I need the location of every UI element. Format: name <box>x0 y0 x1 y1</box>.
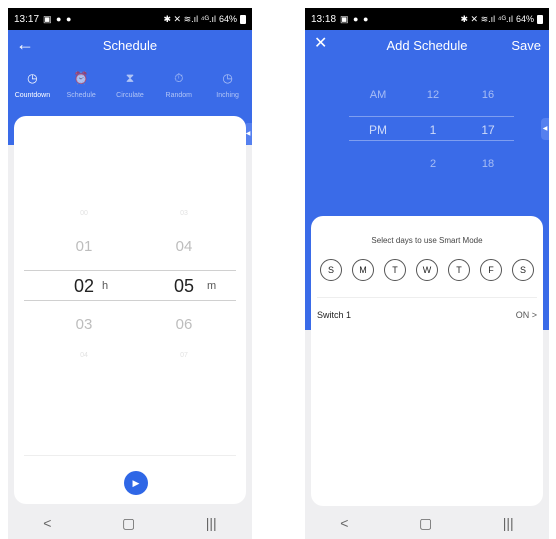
switch-name: Switch 1 <box>317 310 352 320</box>
switch-row[interactable]: Switch 1 ON > <box>311 310 543 326</box>
tab-random[interactable]: ⏱ Random <box>154 70 203 114</box>
hour-unit: h <box>102 280 109 292</box>
minute-option[interactable]: 16 <box>468 89 508 101</box>
section-divider <box>317 297 537 298</box>
status-bar: 13:18 ▣ ● ● ✱ ✕ ≋.ıl ⁴ᴳ.ıl 64% <box>305 8 549 30</box>
battery-percent: 64% <box>515 14 534 24</box>
notification-icons: ▣ ● ● <box>340 13 370 24</box>
recents-nav-icon[interactable]: ||| <box>206 515 217 531</box>
minute-value[interactable]: 04 <box>169 238 199 255</box>
play-button[interactable]: ▶ <box>124 471 148 495</box>
status-bar: 13:17 ▣ ● ● ✱ ✕ ≋.ıl ⁴ᴳ.ıl 64% <box>8 8 252 30</box>
side-handle[interactable]: ◀ <box>541 118 549 140</box>
tab-label: Inching <box>216 92 239 99</box>
title-bar: ✕ Add Schedule Save <box>305 30 549 62</box>
tab-schedule[interactable]: ⏰ Schedule <box>57 70 106 114</box>
title-bar: ← Schedule <box>8 30 252 62</box>
save-button[interactable]: Save <box>511 38 541 53</box>
selected-hour[interactable]: 02 <box>69 276 99 297</box>
tab-label: Countdown <box>14 92 51 99</box>
page-title: Schedule <box>102 38 158 53</box>
day-selector: S M T W T F S <box>320 259 534 281</box>
day-thursday[interactable]: T <box>448 259 470 281</box>
minute-value[interactable]: 06 <box>169 316 199 333</box>
hour-option[interactable]: 2 <box>413 158 453 170</box>
hour-value[interactable]: 04 <box>69 352 99 359</box>
minute-option[interactable]: 18 <box>468 158 508 170</box>
switch-value: ON > <box>516 310 537 320</box>
hour-value[interactable]: 03 <box>69 316 99 333</box>
picker-row: 04 07 <box>14 352 246 382</box>
tab-inching[interactable]: ◷ Inching <box>203 70 252 114</box>
ampm-option[interactable]: AM <box>358 89 398 101</box>
selected-minute[interactable]: 17 <box>468 123 508 137</box>
picker-row: 01 04 <box>14 238 246 268</box>
picker-row: 00 03 <box>14 210 246 240</box>
selected-hour[interactable]: 1 <box>413 123 453 137</box>
android-nav-bar: < ▢ ||| <box>8 507 252 539</box>
tab-label: Circulate <box>116 92 144 99</box>
home-nav-icon[interactable]: ▢ <box>122 515 135 532</box>
notification-icons: ▣ ● ● <box>43 13 73 24</box>
switch-state: ON <box>515 310 530 320</box>
home-nav-icon[interactable]: ▢ <box>419 515 432 532</box>
hour-value[interactable]: 00 <box>69 210 99 217</box>
selected-ampm[interactable]: PM <box>358 123 398 137</box>
countdown-card: 00 03 01 04 02 h 05 m 03 06 04 07 ▶ <box>14 116 246 504</box>
alarm-icon: ⏰ <box>73 71 89 85</box>
day-saturday[interactable]: S <box>512 259 534 281</box>
battery-percent: 64% <box>218 14 237 24</box>
day-sunday[interactable]: S <box>320 259 342 281</box>
recents-nav-icon[interactable]: ||| <box>503 515 514 531</box>
smart-mode-card: Select days to use Smart Mode S M T W T … <box>311 216 543 506</box>
status-right: ✱ ✕ ≋.ıl ⁴ᴳ.ıl 64% <box>461 14 543 25</box>
add-schedule-screen: 13:18 ▣ ● ● ✱ ✕ ≋.ıl ⁴ᴳ.ıl 64% ✕ Add Sch… <box>305 8 549 539</box>
status-time: 13:17 <box>14 13 40 25</box>
selected-minute[interactable]: 05 <box>169 276 199 297</box>
minute-value[interactable]: 03 <box>169 210 199 217</box>
picker-divider <box>24 270 236 271</box>
tab-label: Schedule <box>66 92 96 99</box>
status-right: ✱ ✕ ≋.ıl ⁴ᴳ.ıl 64% <box>164 14 246 25</box>
picker-divider <box>24 300 236 301</box>
tab-circulate[interactable]: ⧗ Circulate <box>106 70 155 114</box>
day-friday[interactable]: F <box>480 259 502 281</box>
day-wednesday[interactable]: W <box>416 259 438 281</box>
picker-divider <box>349 140 514 141</box>
days-title: Select days to use Smart Mode <box>371 236 483 245</box>
minute-value[interactable]: 07 <box>169 352 199 359</box>
signal-icons: ✱ ✕ ≋.ıl ⁴ᴳ.ıl <box>460 13 513 24</box>
stopwatch-icon: ⏱ <box>174 71 184 85</box>
battery-icon <box>240 14 246 24</box>
hour-value[interactable]: 01 <box>69 238 99 255</box>
back-nav-icon[interactable]: < <box>340 515 348 531</box>
hourglass-icon: ⧗ <box>125 71 135 85</box>
tab-label: Random <box>165 92 193 99</box>
signal-icons: ✱ ✕ ≋.ıl ⁴ᴳ.ıl <box>163 13 216 24</box>
minute-unit: m <box>207 280 217 292</box>
hour-option[interactable]: 12 <box>413 89 453 101</box>
mode-tabs: ◷ Countdown ⏰ Schedule ⧗ Circulate ⏱ Ran… <box>8 70 252 114</box>
back-nav-icon[interactable]: < <box>43 515 51 531</box>
picker-row: 03 06 <box>14 316 246 346</box>
tab-countdown[interactable]: ◷ Countdown <box>8 70 57 114</box>
picker-divider <box>349 116 514 117</box>
countdown-screen: 13:17 ▣ ● ● ✱ ✕ ≋.ıl ⁴ᴳ.ıl 64% ← Schedul… <box>8 8 252 539</box>
android-nav-bar: < ▢ ||| <box>305 507 549 539</box>
footer-divider <box>24 455 236 456</box>
day-tuesday[interactable]: T <box>384 259 406 281</box>
chevron-right-icon: > <box>531 310 537 320</box>
picker-row-selected: 02 h 05 m <box>14 276 246 306</box>
battery-icon <box>537 14 543 24</box>
status-time: 13:18 <box>311 13 337 25</box>
day-monday[interactable]: M <box>352 259 374 281</box>
clock-icon: ◷ <box>27 71 38 85</box>
clock-icon: ◷ <box>222 71 233 85</box>
